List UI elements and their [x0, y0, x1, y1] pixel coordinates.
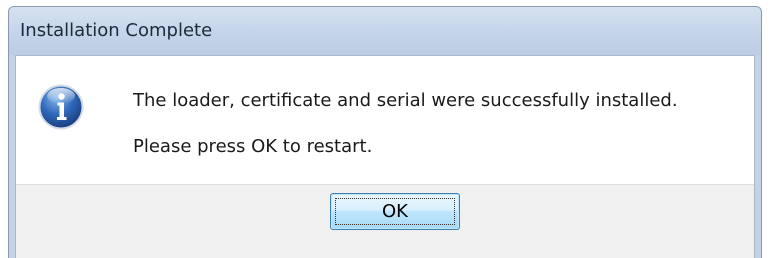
message-text-line-1: The loader, certificate and serial were …: [133, 90, 678, 111]
ok-button-label: OK: [382, 201, 408, 222]
dialog-content: The loader, certificate and serial were …: [15, 55, 755, 258]
info-icon: [38, 84, 84, 130]
message-text-line-2: Please press OK to restart.: [133, 136, 373, 157]
message-area: The loader, certificate and serial were …: [16, 56, 754, 184]
dialog-window: Installation Complete The loader, certif…: [8, 6, 762, 258]
ok-button[interactable]: OK: [330, 193, 460, 230]
title-bar[interactable]: Installation Complete: [9, 7, 761, 55]
dialog-title: Installation Complete: [20, 20, 213, 41]
button-area: OK: [16, 184, 754, 258]
